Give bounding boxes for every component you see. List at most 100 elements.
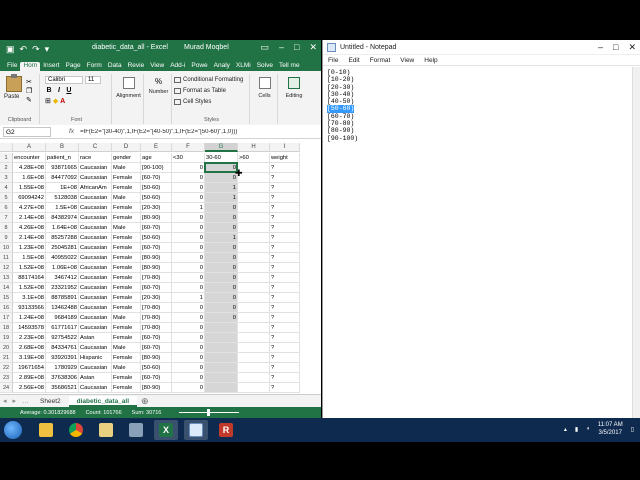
table-cell[interactable]: [80-90) [141,383,172,393]
table-cell[interactable]: Caucasian [79,313,112,323]
header-cell[interactable]: patient_n [46,153,79,163]
table-cell[interactable]: ? [270,303,300,313]
table-cell[interactable]: ? [270,323,300,333]
table-cell[interactable]: 2.56E+08 [13,383,46,393]
table-cell[interactable]: [80-90) [141,253,172,263]
cells-button[interactable]: Cells [252,93,277,99]
table-cell[interactable] [238,323,270,333]
ribbon-tab-7[interactable]: View [147,62,167,71]
table-cell[interactable]: Female [112,353,141,363]
table-cell[interactable]: Caucasian [79,203,112,213]
table-cell[interactable]: [60-70) [141,173,172,183]
table-cell[interactable]: 13462488 [46,303,79,313]
minimize-icon[interactable]: – [279,42,284,53]
table-cell[interactable]: [70-80) [141,303,172,313]
ribbon-tab-12[interactable]: Solve [254,62,276,71]
table-cell[interactable]: 1E+08 [46,183,79,193]
table-cell[interactable]: 0 [205,263,238,273]
row-header[interactable]: 5 [0,193,13,203]
notepad-menu-2[interactable]: Format [370,57,391,64]
header-cell[interactable]: encounter [13,153,46,163]
editing-icon[interactable] [288,77,300,89]
new-sheet-icon[interactable]: ⊕ [141,396,149,407]
table-cell[interactable]: 1.52E+08 [13,263,46,273]
table-cell[interactable]: 0 [205,173,238,183]
table-cell[interactable] [238,283,270,293]
table-cell[interactable]: 0 [172,363,205,373]
table-cell[interactable] [205,363,238,373]
table-cell[interactable]: Caucasian [79,253,112,263]
table-cell[interactable]: 0 [205,223,238,233]
taskbar-notepad[interactable] [184,420,208,440]
table-cell[interactable] [238,253,270,263]
table-cell[interactable]: ? [270,233,300,243]
sheet-tab-sheet2[interactable]: Sheet2 [32,396,69,407]
ribbon-tab-3[interactable]: Page [62,62,83,71]
notepad-maximize-icon[interactable]: □ [613,42,618,53]
maximize-icon[interactable]: □ [294,42,299,53]
table-cell[interactable]: 0 [172,183,205,193]
table-cell[interactable]: 5128038 [46,193,79,203]
table-cell[interactable]: Female [112,283,141,293]
tray-arrow-icon[interactable]: ▴ [564,426,567,433]
table-cell[interactable]: 85257288 [46,233,79,243]
table-cell[interactable]: Female [112,273,141,283]
table-cell[interactable]: Female [112,383,141,393]
table-cell[interactable]: Female [112,263,141,273]
underline-button[interactable]: U [65,87,73,94]
save-icon[interactable]: ▣ [6,44,15,55]
table-cell[interactable]: [80-90) [141,213,172,223]
table-cell[interactable] [238,293,270,303]
table-cell[interactable]: Caucasian [79,233,112,243]
table-cell[interactable]: [50-60) [141,193,172,203]
table-cell[interactable]: 0 [205,243,238,253]
notepad-menu-4[interactable]: Help [424,57,437,64]
table-cell[interactable]: 3.1E+08 [13,293,46,303]
ribbon-tab-5[interactable]: Data [105,62,125,71]
row-header[interactable]: 10 [0,243,13,253]
table-cell[interactable]: Female [112,323,141,333]
bold-button[interactable]: B [45,87,53,94]
table-cell[interactable]: 1780929 [46,363,79,373]
number-button[interactable]: Number [146,89,171,95]
table-cell[interactable]: ? [270,373,300,383]
row-header[interactable]: 17 [0,313,13,323]
table-cell[interactable]: AfricanAm [79,183,112,193]
table-cell[interactable]: 92754522 [46,333,79,343]
table-cell[interactable]: 0 [172,333,205,343]
table-cell[interactable]: ? [270,273,300,283]
table-cell[interactable]: 0 [205,293,238,303]
table-cell[interactable]: [70-80) [141,323,172,333]
sheet-tab-diabetic-data-all[interactable]: diabetic_data_all [68,395,138,407]
column-header[interactable]: G [205,143,238,152]
table-cell[interactable]: ? [270,173,300,183]
table-cell[interactable]: Male [112,223,141,233]
table-cell[interactable]: 0 [172,263,205,273]
taskbar-explorer[interactable] [34,420,58,440]
ribbon-display-icon[interactable]: ▭ [260,42,269,53]
alignment-icon[interactable] [122,77,135,89]
table-cell[interactable]: Caucasian [79,293,112,303]
row-header[interactable]: 3 [0,173,13,183]
table-cell[interactable]: Caucasian [79,223,112,233]
table-cell[interactable]: 0 [205,313,238,323]
table-cell[interactable]: 4.26E+08 [13,223,46,233]
row-header[interactable]: 21 [0,353,13,363]
table-cell[interactable] [238,263,270,273]
table-cell[interactable]: [80-90) [141,353,172,363]
table-cell[interactable]: ? [270,383,300,393]
table-cell[interactable] [238,183,270,193]
fill-color-icon[interactable]: ◆ [53,98,58,105]
table-cell[interactable]: 1 [172,203,205,213]
table-cell[interactable]: 0 [172,243,205,253]
format-painter-icon[interactable]: ✎ [26,96,32,105]
table-cell[interactable]: Male [112,193,141,203]
table-cell[interactable]: Female [112,373,141,383]
table-cell[interactable]: [20-30) [141,203,172,213]
table-cell[interactable]: Male [112,163,141,173]
table-cell[interactable]: Asian [79,333,112,343]
font-color-icon[interactable]: A [60,98,65,105]
table-cell[interactable]: Female [112,173,141,183]
table-cell[interactable]: 0 [172,223,205,233]
header-cell[interactable]: weight [270,153,300,163]
